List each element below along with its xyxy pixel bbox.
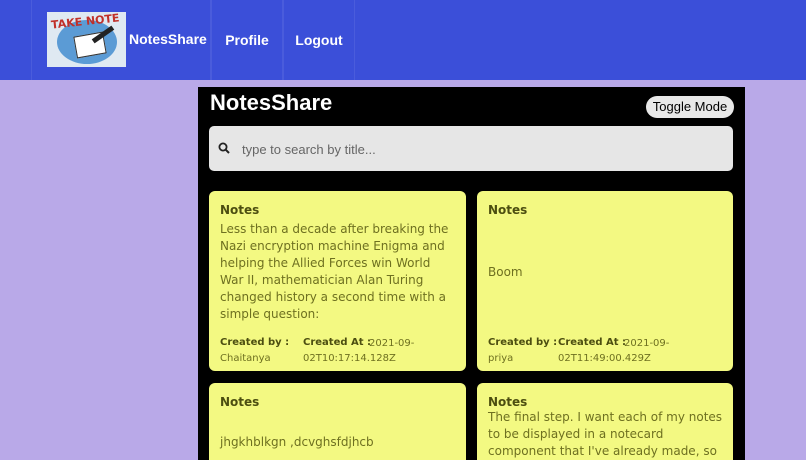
toggle-mode-button[interactable]: Toggle Mode <box>646 96 734 118</box>
note-heading: Notes <box>488 395 528 409</box>
brand-link[interactable]: TAKE NOTE NotesShare <box>31 0 211 80</box>
created-at-value: 2021-09-02T10:17:14.128Z <box>303 338 415 364</box>
nav-profile-link[interactable]: Profile <box>211 0 283 80</box>
created-by-label: Created by : <box>488 337 558 348</box>
note-body: jhgkhblkgn ,dcvghsfdjhcb <box>220 435 374 449</box>
note-heading: Notes <box>220 395 260 409</box>
page-title: NotesShare <box>210 90 333 115</box>
note-card[interactable]: Notes Less than a decade after breaking … <box>209 191 466 371</box>
brand-label: NotesShare <box>129 31 207 47</box>
search-bar <box>209 126 733 171</box>
created-by-value: Chaitanya <box>220 353 271 364</box>
note-body: Less than a decade after breaking the Na… <box>220 222 449 321</box>
search-input[interactable] <box>242 138 722 160</box>
created-by-label: Created by : <box>220 337 290 348</box>
take-note-logo: TAKE NOTE <box>47 12 126 67</box>
note-heading: Notes <box>220 203 260 217</box>
note-body: Boom <box>488 265 523 279</box>
notes-panel: NotesShare Toggle Mode Notes Less than a… <box>198 87 745 460</box>
note-card[interactable]: Notes jhgkhblkgn ,dcvghsfdjhcb <box>209 383 466 460</box>
note-card[interactable]: Notes The final step. I want each of my … <box>477 383 733 460</box>
note-card[interactable]: Notes Boom Created by : priya Created At… <box>477 191 733 371</box>
note-body: The final step. I want each of my notes … <box>488 410 723 458</box>
nav-logout-link[interactable]: Logout <box>283 0 355 80</box>
note-heading: Notes <box>488 203 528 217</box>
search-icon <box>218 142 230 154</box>
created-at-value: 2021-09-02T11:49:00.429Z <box>558 338 670 364</box>
created-by-value: priya <box>488 353 514 364</box>
top-navbar: TAKE NOTE NotesShare Profile Logout <box>0 0 806 80</box>
